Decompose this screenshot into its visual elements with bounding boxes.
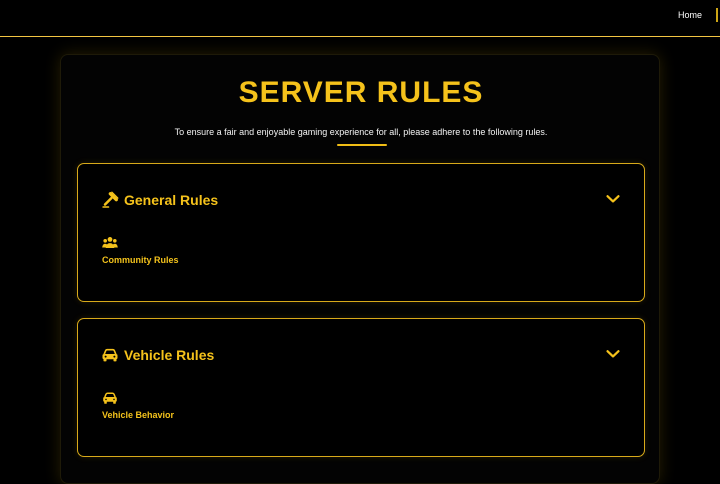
chevron-down-icon[interactable] — [606, 194, 620, 204]
chevron-down-icon[interactable] — [606, 349, 620, 359]
car-icon — [102, 391, 118, 405]
server-rules-panel: SERVER RULES To ensure a fair and enjoya… — [60, 54, 660, 484]
car-icon — [101, 346, 119, 364]
general-rules-title: General Rules — [124, 192, 219, 208]
page-title: SERVER RULES — [238, 76, 484, 109]
top-navigation-bar: Home — [0, 0, 720, 37]
community-icon — [102, 236, 118, 250]
nav-overflow-indicator — [716, 8, 720, 22]
vehicle-behavior-link[interactable]: Vehicle Behavior — [102, 410, 174, 421]
page-subtitle: To ensure a fair and enjoyable gaming ex… — [174, 127, 548, 137]
vehicle-rules-section[interactable]: Vehicle Rules Vehicle Behavior — [77, 318, 645, 457]
community-rules-link[interactable]: Community Rules — [102, 255, 179, 266]
general-rules-section[interactable]: General Rules Community Rules — [77, 163, 645, 302]
title-divider — [337, 144, 387, 146]
vehicle-rules-title: Vehicle Rules — [124, 347, 215, 363]
vehicle-rules-header[interactable]: Vehicle Rules — [78, 319, 644, 391]
gavel-icon — [101, 191, 119, 209]
nav-home-link[interactable]: Home — [678, 10, 702, 20]
general-rules-header[interactable]: General Rules — [78, 164, 644, 236]
